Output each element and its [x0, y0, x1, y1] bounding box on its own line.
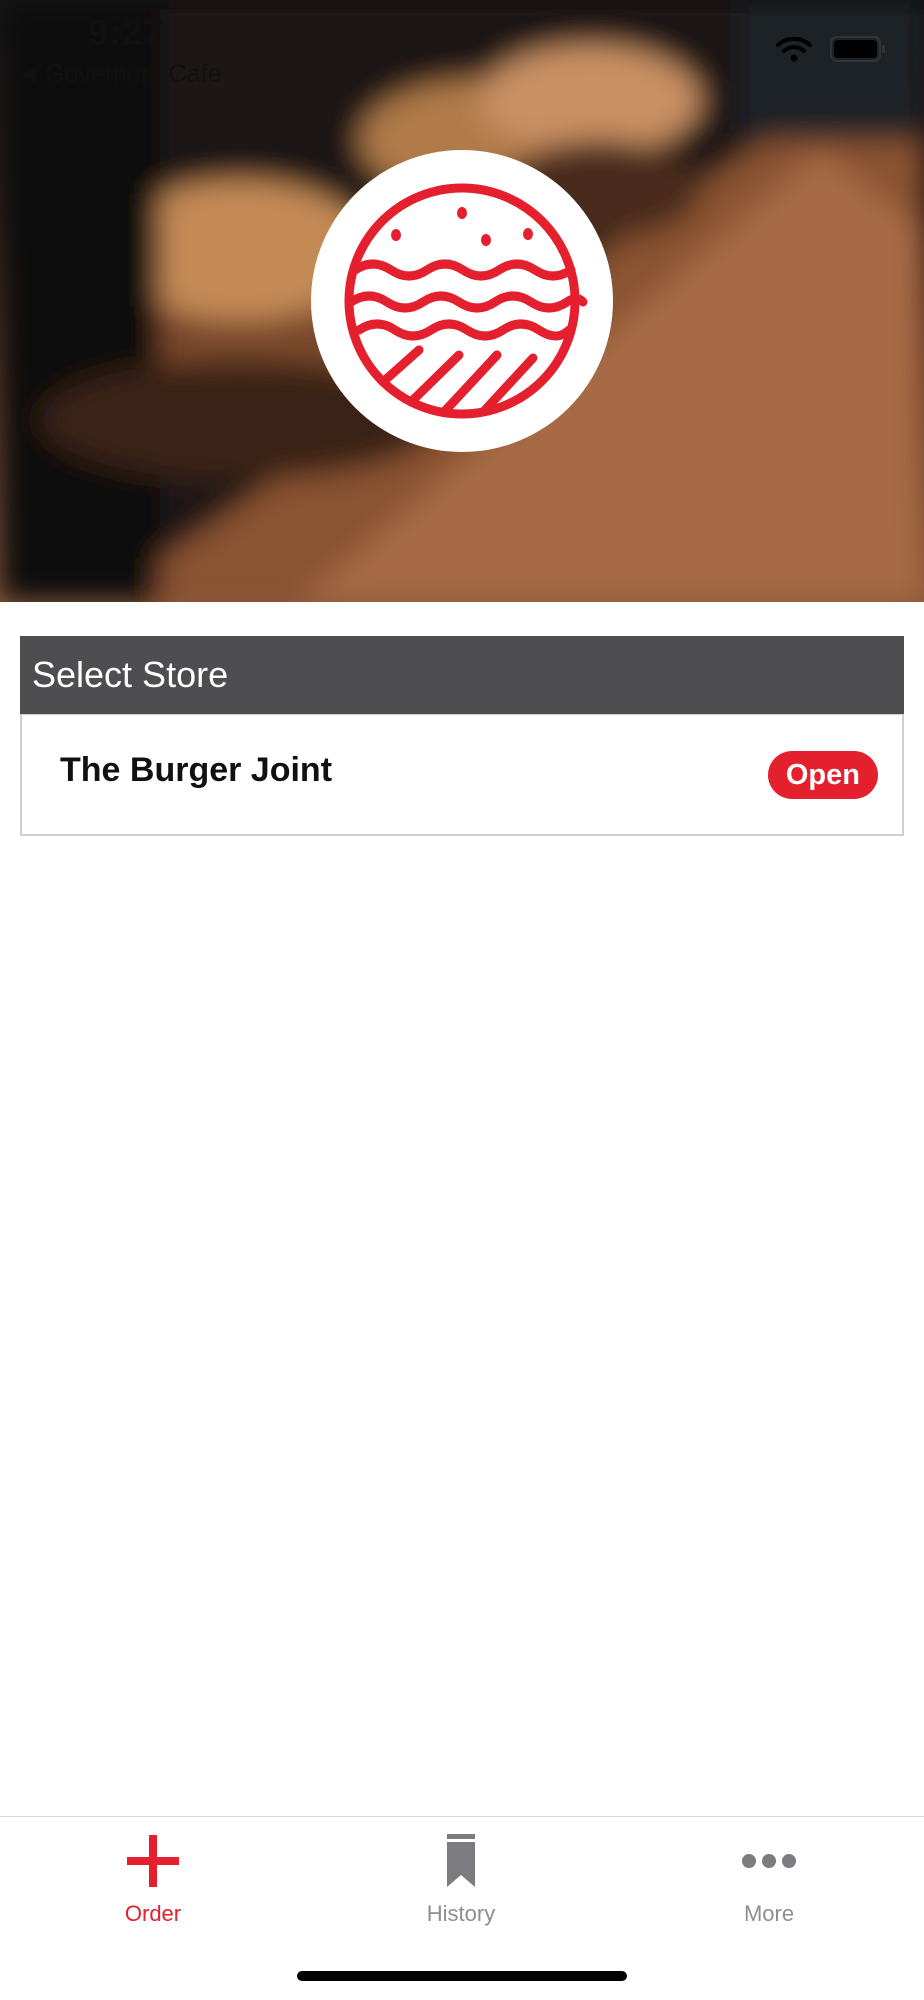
store-row[interactable]: The Burger Joint Open	[20, 714, 904, 836]
status-icons	[776, 36, 886, 62]
screen: 9:27 Governors Cafe Select Store The Bur…	[0, 0, 924, 2000]
home-indicator[interactable]	[297, 1971, 627, 1981]
brand-logo	[311, 150, 613, 452]
back-label: Governors Cafe	[45, 60, 222, 88]
bookmark-icon	[446, 1829, 476, 1893]
tab-more[interactable]: More	[669, 1829, 869, 1939]
battery-icon	[830, 36, 886, 62]
tab-label: History	[426, 1901, 496, 1926]
status-badge: Open	[767, 750, 878, 799]
tab-order[interactable]: Order	[53, 1829, 253, 1939]
wifi-icon	[776, 36, 812, 62]
burger-logo-icon	[344, 183, 588, 419]
ellipsis-icon	[741, 1829, 797, 1893]
section-header: Select Store	[20, 636, 904, 714]
section-title: Select Store	[32, 654, 229, 695]
back-arrow-icon	[22, 66, 35, 83]
status-bar: 9:27 Governors Cafe	[0, 0, 924, 100]
hero-banner: 9:27 Governors Cafe	[0, 0, 924, 602]
tab-label: More	[743, 1901, 795, 1926]
back-button[interactable]: Governors Cafe	[22, 60, 221, 89]
status-time: 9:27	[88, 12, 165, 53]
tab-history[interactable]: History	[361, 1829, 561, 1939]
plus-icon	[125, 1829, 181, 1893]
store-name: The Burger Joint	[60, 751, 333, 789]
tab-label: Order	[124, 1901, 182, 1926]
